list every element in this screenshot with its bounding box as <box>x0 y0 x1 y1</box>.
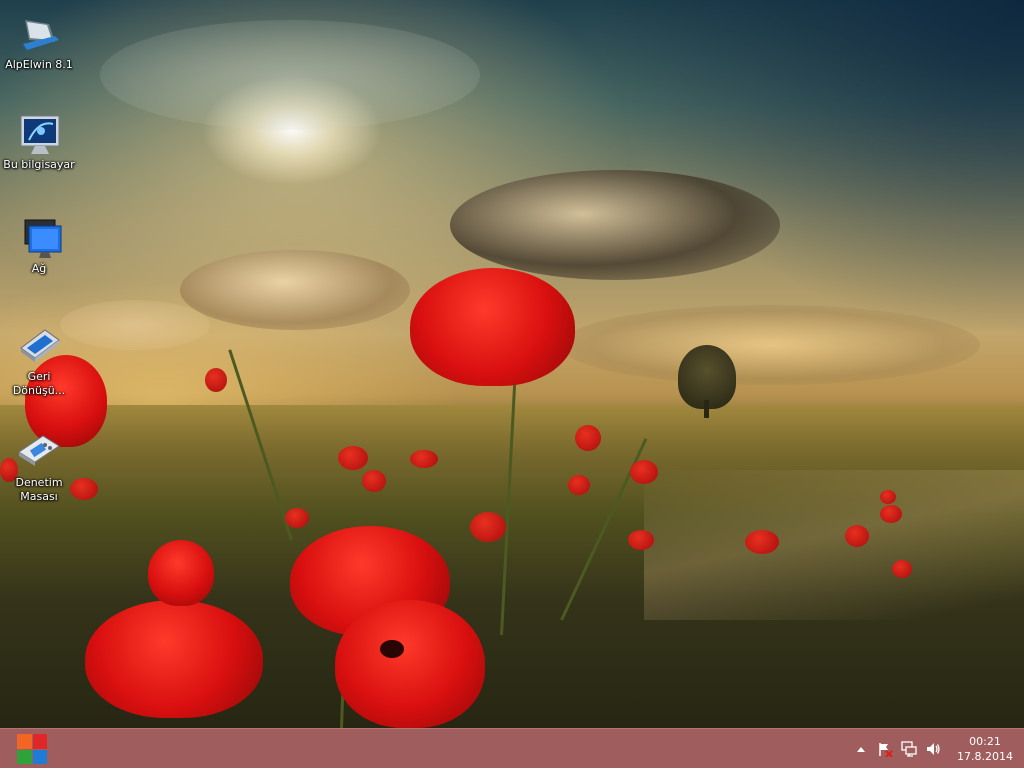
wallpaper-poppy-small <box>630 460 658 484</box>
control-panel-icon <box>15 432 63 472</box>
wallpaper-poppy-small <box>845 525 869 547</box>
system-tray: 00:21 17.8.2014 <box>848 729 1024 769</box>
wallpaper-poppy-small <box>338 446 368 470</box>
wallpaper-poppy-small <box>285 508 309 528</box>
desktop-icon-control-panel[interactable]: Denetim Masası <box>2 432 76 504</box>
clock[interactable]: 00:21 17.8.2014 <box>950 734 1020 764</box>
wallpaper-poppy-small <box>575 425 601 451</box>
desktop-wallpaper: AlpElwin 8.1 Bu bilgisayar Ağ Geri Dönüş… <box>0 0 1024 728</box>
wallpaper-poppy-small <box>880 505 902 523</box>
volume-icon[interactable] <box>922 738 944 760</box>
wallpaper-poppy-small <box>410 450 438 468</box>
wallpaper-cloud <box>450 170 780 280</box>
wallpaper-poppy-small <box>205 368 227 392</box>
wallpaper-poppy-small <box>628 530 654 550</box>
wallpaper-tree-trunk <box>704 400 709 418</box>
wallpaper-path <box>644 470 1024 620</box>
show-hidden-icons-chevron[interactable] <box>850 738 872 760</box>
wallpaper-poppy <box>148 540 214 606</box>
windows-logo-icon <box>17 734 47 764</box>
wallpaper-cloud <box>100 20 480 130</box>
user-folder-icon <box>15 14 63 54</box>
wallpaper-poppy-small <box>745 530 779 554</box>
desktop-icon-computer[interactable]: Bu bilgisayar <box>2 114 76 172</box>
desktop-icon-label: Geri Dönüşü... <box>12 370 66 397</box>
wallpaper-poppy-small <box>892 560 912 578</box>
clock-date: 17.8.2014 <box>957 750 1013 763</box>
wallpaper-sky-shade <box>604 0 1024 330</box>
wallpaper-poppy <box>85 600 263 718</box>
start-button[interactable] <box>14 732 50 766</box>
desktop-icon-label: AlpElwin 8.1 <box>5 58 73 71</box>
desktop-icon-network[interactable]: Ağ <box>2 218 76 276</box>
wallpaper-cloud <box>180 250 410 330</box>
network-icon[interactable] <box>898 738 920 760</box>
desktop-icon-label: Bu bilgisayar <box>3 158 75 171</box>
wallpaper-poppy-small <box>880 490 896 504</box>
clock-time: 00:21 <box>969 735 1001 748</box>
desktop-icon-user-folder[interactable]: AlpElwin 8.1 <box>2 14 76 72</box>
wallpaper-cloud <box>560 305 980 385</box>
computer-icon <box>15 114 63 154</box>
recycle-bin-icon <box>15 326 63 366</box>
network-icon <box>15 218 63 258</box>
desktop-icon-recycle-bin[interactable]: Geri Dönüşü... <box>2 326 76 398</box>
wallpaper-poppy-small <box>470 512 506 542</box>
wallpaper-poppy <box>410 268 575 386</box>
action-center-flag-icon[interactable] <box>874 738 896 760</box>
desktop-icon-label: Ağ <box>31 262 47 275</box>
desktop-icon-label: Denetim Masası <box>15 476 63 503</box>
wallpaper-poppy <box>335 600 485 728</box>
wallpaper-cloud <box>60 300 210 350</box>
wallpaper-poppy-small <box>568 475 590 495</box>
wallpaper-poppy-center <box>380 640 404 658</box>
wallpaper-poppy-small <box>362 470 386 492</box>
taskbar: 00:21 17.8.2014 <box>0 728 1024 768</box>
